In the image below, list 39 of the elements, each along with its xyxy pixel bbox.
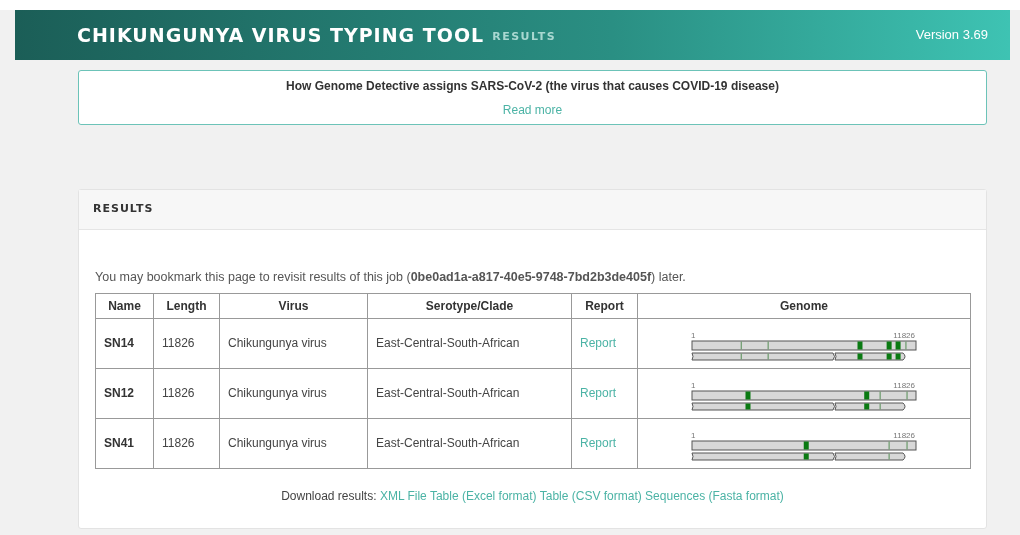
genome-start-label: 1 <box>691 380 696 390</box>
version-label: Version 3.69 <box>915 26 988 45</box>
virus-name: Chikungunya virus <box>228 436 327 451</box>
virus-name: Chikungunya virus <box>228 386 327 401</box>
sequence-length: 11826 <box>162 386 195 401</box>
read-more-link[interactable]: Read more <box>502 103 563 117</box>
genome-start-label: 1 <box>691 430 696 440</box>
download-link[interactable]: Table (CSV format) <box>539 488 642 503</box>
sample-name: SN14 <box>104 336 135 351</box>
download-link[interactable]: Table (Excel format) <box>429 488 537 503</box>
clade-name: East-Central-South-African <box>376 386 520 401</box>
genome-end-label: 11826 <box>893 430 915 440</box>
clade-name: East-Central-South-African <box>376 436 520 451</box>
column-header: Genome <box>637 293 971 319</box>
notice-text: How Genome Detective assigns SARS-CoV-2 (the virus that causes COVID-19 disease) <box>285 78 780 95</box>
download-link[interactable]: XML File <box>379 488 427 503</box>
genome-end-label: 11826 <box>893 330 915 340</box>
column-header: Length <box>153 293 220 319</box>
sequence-length: 11826 <box>162 336 195 351</box>
download-label: Download results: <box>281 488 377 503</box>
page-subtitle: RESULTS <box>492 28 557 45</box>
virus-name: Chikungunya virus <box>228 336 327 351</box>
report-link[interactable]: Report <box>580 386 617 401</box>
sequence-length: 11826 <box>162 436 195 451</box>
column-header: Virus <box>219 293 368 319</box>
sample-name: SN41 <box>104 436 135 451</box>
report-link[interactable]: Report <box>580 336 617 351</box>
genome-end-label: 11826 <box>893 380 915 390</box>
column-header: Name <box>95 293 154 319</box>
bookmark-text: You may bookmark this page to revisit results of this job (0be0ad1a-a817-40e5-9748-7bd2b3de405f) later. <box>95 269 687 286</box>
column-header: Serotype/Clade <box>367 293 572 319</box>
app-title: CHIKUNGUNYA VIRUS TYPING TOOL <box>77 22 485 48</box>
results-heading: RESULTS <box>93 201 154 218</box>
download-link[interactable]: Sequences (Fasta format) <box>645 488 784 503</box>
genome-start-label: 1 <box>691 330 696 340</box>
column-header: Report <box>571 293 638 319</box>
sample-name: SN12 <box>104 386 135 401</box>
clade-name: East-Central-South-African <box>376 336 520 351</box>
report-link[interactable]: Report <box>580 436 617 451</box>
